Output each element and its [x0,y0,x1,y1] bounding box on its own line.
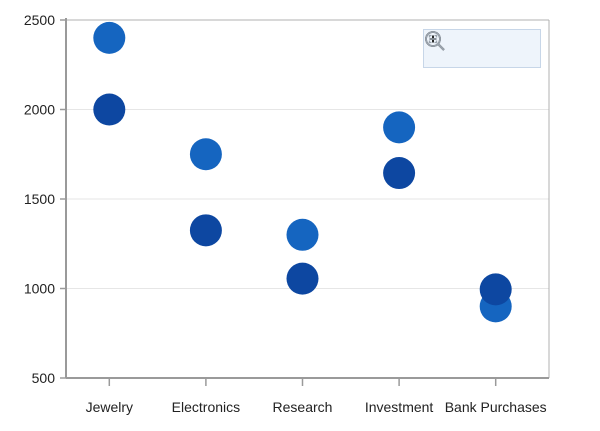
x-tick-label-3: Investment [365,399,434,415]
y-tick-label-2500: 2500 [24,12,55,28]
x-tick-label-1: Electronics [172,399,240,415]
reset-zoom-icon [425,31,445,51]
y-tick-label-1500: 1500 [24,191,55,207]
data-point-s1-0 [93,93,126,126]
data-point-s0-3 [383,111,416,144]
x-tick-label-2: Research [273,399,333,415]
data-point-s0-1 [189,138,222,171]
data-point-s1-1 [189,214,222,247]
data-point-s1-3 [383,157,416,190]
x-tick-label-4: Bank Purchases [445,399,547,415]
y-tick-label-2000: 2000 [24,102,55,118]
y-tick-label-1000: 1000 [24,281,55,297]
y-tick-label-500: 500 [32,370,56,386]
data-point-s0-0 [93,21,126,54]
zoom-out-button[interactable] [425,31,495,62]
chart-container: 500 1000 1500 2000 2500 Jewelry Electronics Res… [0,0,600,431]
zoom-toolbar [423,29,541,68]
data-point-s1-2 [286,262,319,295]
data-point-s1-4 [479,273,512,306]
data-point-s0-2 [286,218,319,251]
x-tick-label-0: Jewelry [86,399,133,415]
reset-zoom-button[interactable] [425,31,531,62]
